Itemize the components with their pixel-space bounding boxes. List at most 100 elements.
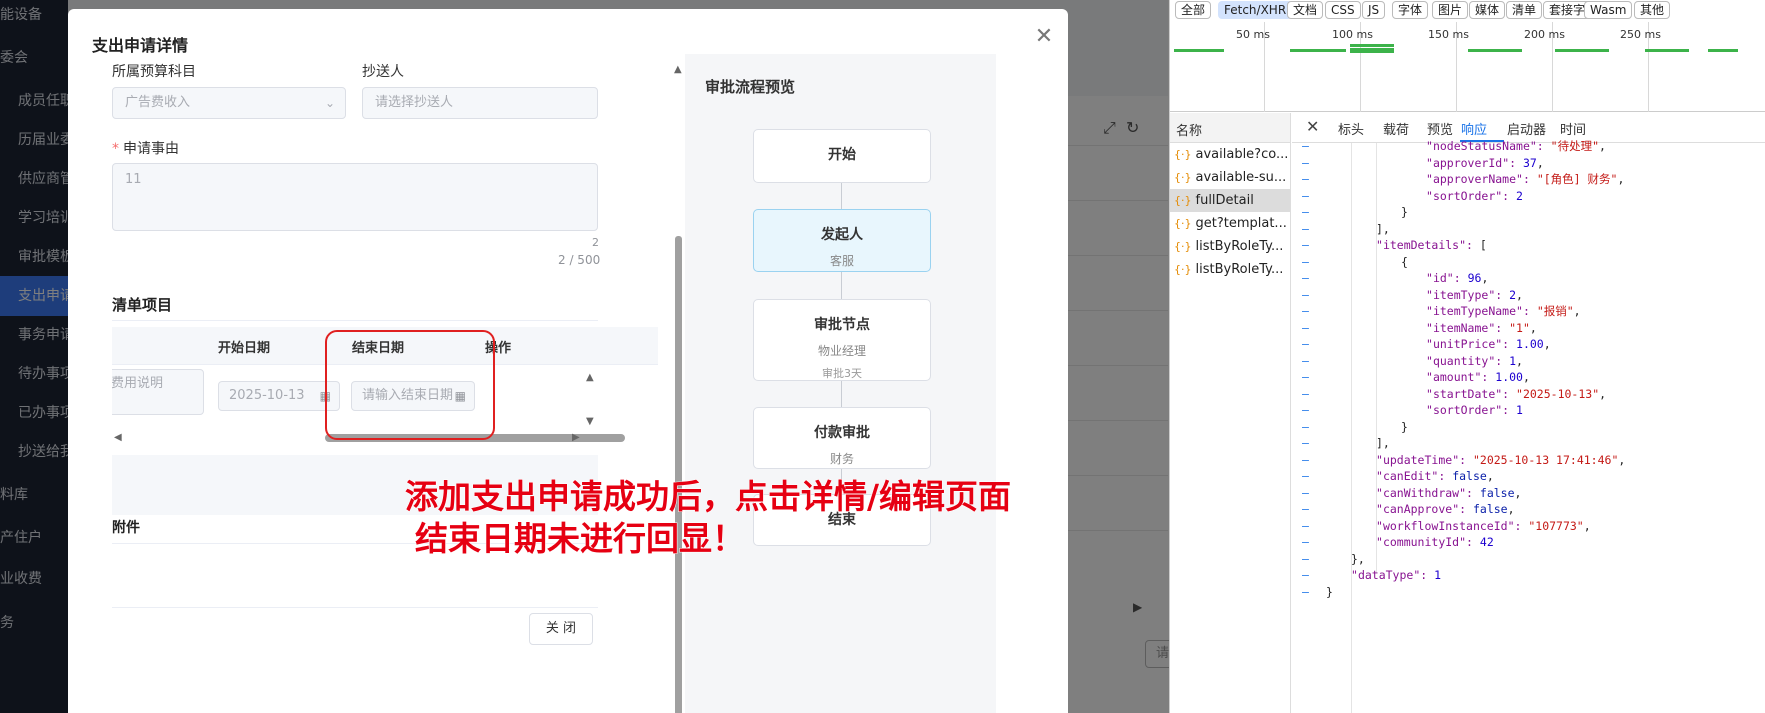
code-comma: , bbox=[1599, 386, 1607, 401]
code-quote: ": bbox=[1507, 518, 1529, 533]
request-name: fullDetail bbox=[1195, 193, 1254, 208]
timeline-request-bar[interactable] bbox=[1350, 44, 1394, 47]
timeline-label: 200 ms bbox=[1524, 28, 1565, 41]
code-text: "dataType": 1 bbox=[1351, 566, 1441, 585]
request-row[interactable]: {·} listByRoleTy... bbox=[1170, 235, 1290, 258]
scroll-up-icon[interactable]: ▲ bbox=[586, 372, 594, 383]
scroll-left-icon[interactable]: ◀ bbox=[114, 432, 122, 443]
timeline-request-bar[interactable] bbox=[1290, 49, 1346, 52]
request-row[interactable]: {·} available-su... bbox=[1170, 166, 1290, 189]
form-vertical-scrollbar[interactable]: ▲ bbox=[674, 64, 684, 713]
filter-chip[interactable]: Fetch/XHR bbox=[1218, 1, 1293, 19]
code-quote: ": bbox=[1495, 188, 1517, 203]
code-comma: , bbox=[1516, 353, 1523, 368]
request-row[interactable]: {·} get?templat... bbox=[1170, 212, 1290, 235]
code-key: sortOrder bbox=[1432, 403, 1496, 417]
scroll-up-icon[interactable]: ▲ bbox=[674, 64, 682, 75]
timeline-request-bar[interactable] bbox=[1174, 49, 1224, 52]
reason-label: * 申请事由 bbox=[112, 138, 179, 158]
code-quote: ": bbox=[1459, 485, 1480, 500]
code-quote: " bbox=[1426, 172, 1433, 186]
items-section-title: 清单项目 bbox=[112, 296, 173, 314]
item-desc-textarea[interactable]: 费用说明 bbox=[112, 369, 204, 415]
filter-bar: 全部 Fetch/XHR 文档 CSS JS 字体 图片 媒体 清单 套接字 Wasm 其他 bbox=[1170, 0, 1765, 22]
request-row[interactable]: {·} available?co... bbox=[1170, 143, 1290, 166]
filter-chip[interactable]: 图片 bbox=[1432, 1, 1469, 19]
code-comma: , bbox=[1529, 320, 1537, 335]
start-date-picker[interactable]: 2025-10-13 ▦ bbox=[218, 381, 340, 411]
node-subtitle: 物业经理 bbox=[817, 344, 866, 358]
code-punct: { bbox=[1401, 254, 1408, 269]
code-comma: , bbox=[1481, 271, 1489, 285]
detail-tab[interactable]: 载荷 bbox=[1383, 119, 1409, 138]
response-body: – "nodeStatusName": "待处理", – "approverId": … bbox=[1292, 139, 1765, 713]
code-punct: } bbox=[1326, 584, 1333, 599]
filter-chip[interactable]: Wasm bbox=[1584, 1, 1633, 19]
timeline-request-bar[interactable] bbox=[1645, 49, 1689, 52]
code-key: sortOrder bbox=[1432, 188, 1496, 203]
code-quote: ": bbox=[1488, 320, 1510, 335]
scroll-right-icon[interactable]: ▶ bbox=[572, 432, 580, 443]
code-quote: " bbox=[1426, 155, 1433, 170]
code-value: "2025-10-13 17:41:46" bbox=[1472, 452, 1619, 467]
node-title: 付款审批 bbox=[814, 425, 870, 441]
filter-chip[interactable]: CSS bbox=[1325, 1, 1361, 19]
xhr-icon: {·} bbox=[1174, 148, 1192, 161]
filter-chip[interactable]: 全部 bbox=[1175, 1, 1212, 19]
detail-tab[interactable]: 启动器 bbox=[1507, 119, 1546, 138]
detail-tab[interactable]: 预览 bbox=[1427, 119, 1453, 138]
code-comma: , bbox=[1543, 337, 1551, 351]
code-key: itemDetails bbox=[1382, 238, 1460, 252]
flow-node-start: 开始 bbox=[753, 129, 931, 183]
filter-chip[interactable]: 媒体 bbox=[1469, 1, 1506, 19]
requests-name-header: 名称 bbox=[1170, 113, 1291, 143]
code-quote: " bbox=[1426, 304, 1433, 318]
filter-chip[interactable]: JS bbox=[1362, 1, 1386, 19]
code-key: itemTypeName bbox=[1432, 304, 1517, 318]
budget-select[interactable]: 广告费收入 ⌄ bbox=[112, 87, 346, 119]
xhr-icon: {·} bbox=[1174, 217, 1192, 230]
code-punct: }, bbox=[1351, 551, 1365, 566]
timeline-request-bar[interactable] bbox=[1468, 49, 1522, 52]
code-comma: , bbox=[1536, 155, 1544, 170]
flow-title: 审批流程预览 bbox=[705, 78, 796, 96]
line-marker: – bbox=[1302, 584, 1309, 599]
filter-chip[interactable]: 其他 bbox=[1634, 1, 1671, 19]
filter-chip[interactable]: 字体 bbox=[1392, 1, 1429, 19]
timeline-label: 50 ms bbox=[1236, 28, 1270, 41]
request-row[interactable]: {·} listByRoleTy... bbox=[1170, 258, 1290, 281]
reason-textarea[interactable]: 11 bbox=[112, 163, 598, 231]
code-quote: ": bbox=[1495, 337, 1517, 351]
timeline-request-bar[interactable] bbox=[1350, 50, 1394, 53]
code-quote: ": bbox=[1495, 403, 1517, 417]
code-key: workflowInstanceId bbox=[1382, 518, 1508, 533]
node-subtitle: 客服 bbox=[829, 254, 854, 268]
close-icon[interactable]: ✕ bbox=[1032, 26, 1056, 50]
node-title: 开始 bbox=[828, 147, 856, 163]
request-row[interactable]: {·} fullDetail bbox=[1170, 189, 1290, 212]
filter-chip[interactable]: 清单 bbox=[1506, 1, 1543, 19]
timeline-request-bar[interactable] bbox=[1708, 49, 1738, 52]
code-quote: " bbox=[1426, 139, 1433, 153]
close-icon[interactable]: ✕ bbox=[1306, 117, 1319, 136]
code-key: itemName bbox=[1432, 320, 1489, 335]
cc-placeholder: 请选择抄送人 bbox=[375, 95, 454, 110]
cc-select[interactable]: 请选择抄送人 bbox=[362, 87, 598, 119]
detail-tab[interactable]: 标头 bbox=[1338, 119, 1364, 138]
flow-connector bbox=[841, 182, 842, 210]
code-key: nodeStatusName bbox=[1432, 139, 1530, 153]
code-quote: " bbox=[1376, 502, 1383, 516]
reason-word-count: 2 / 500 bbox=[558, 253, 601, 267]
code-value: 2 bbox=[1509, 287, 1517, 302]
annotation-highlight-box bbox=[325, 330, 495, 440]
timeline-request-bar[interactable] bbox=[1555, 49, 1609, 52]
code-comma: , bbox=[1516, 287, 1523, 302]
code-text: "itemDetails": [ bbox=[1376, 236, 1487, 255]
detail-tab[interactable]: 响应 bbox=[1461, 119, 1487, 138]
filter-chip[interactable]: 文档 bbox=[1287, 1, 1324, 19]
close-button[interactable]: 关 闭 bbox=[529, 613, 593, 645]
request-name: available-su... bbox=[1195, 170, 1287, 185]
detail-tab[interactable]: 时间 bbox=[1560, 119, 1586, 138]
section-divider bbox=[112, 607, 598, 608]
scroll-down-icon[interactable]: ▼ bbox=[586, 416, 594, 427]
